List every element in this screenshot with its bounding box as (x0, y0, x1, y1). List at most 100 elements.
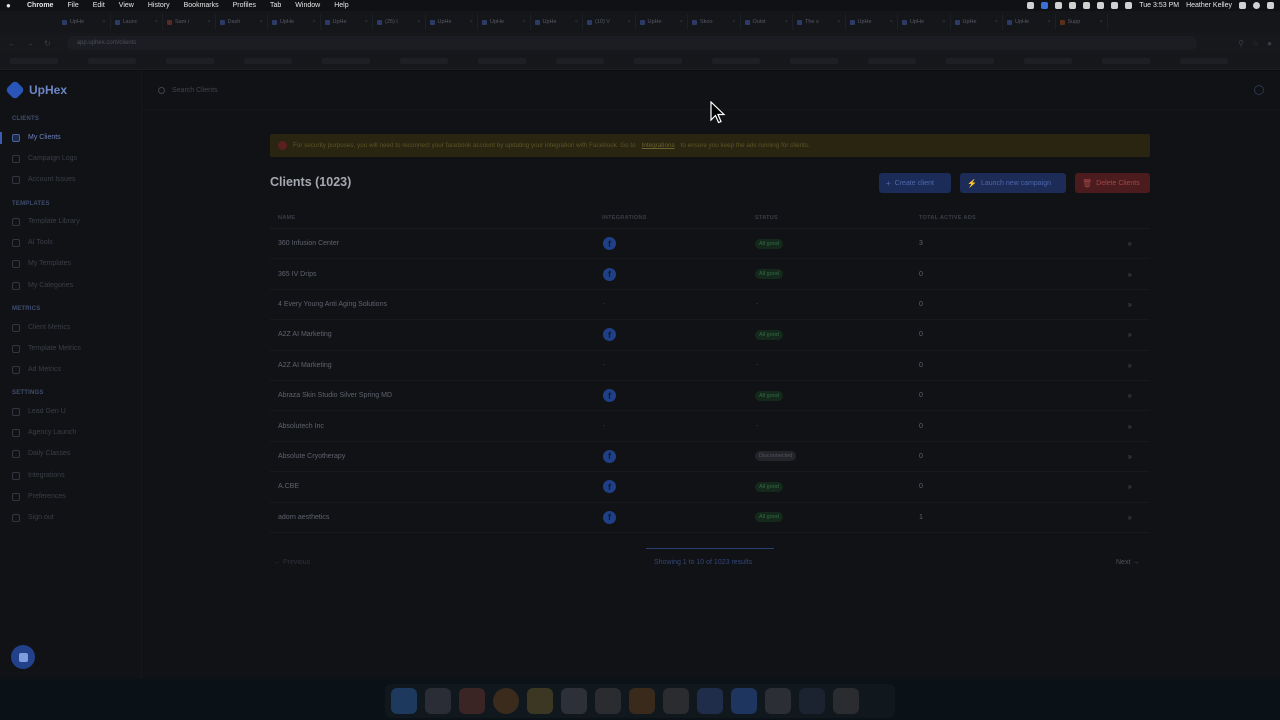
chevron-right-icon[interactable]: » (1098, 330, 1150, 339)
sidebar-item-integrations[interactable]: Integrations (12, 470, 65, 481)
close-tab-icon[interactable]: × (680, 19, 683, 25)
bookmark-item[interactable] (634, 58, 682, 64)
table-row[interactable]: Abraza Skin Studio Silver Spring MD f All … (270, 381, 1150, 412)
bookmark-item[interactable] (10, 58, 58, 64)
siri-icon[interactable] (1253, 2, 1260, 9)
close-tab-icon[interactable]: × (102, 19, 105, 25)
close-tab-icon[interactable]: × (575, 19, 578, 25)
browser-tab[interactable]: UpHe × (478, 14, 531, 30)
integrations-link[interactable]: Integrations (642, 142, 675, 149)
browser-tab[interactable]: (10) V × (583, 14, 636, 30)
chevron-right-icon[interactable]: » (1098, 239, 1150, 248)
client-name[interactable]: A2Z AI Marketing (270, 362, 602, 369)
bookmark-item[interactable] (712, 58, 760, 64)
sidebar-item-account-issues[interactable]: Account Issues (12, 174, 75, 185)
menu-clock[interactable]: Tue 3:53 PM (1139, 2, 1179, 9)
previous-page-button[interactable]: ← Previous (274, 559, 310, 566)
close-tab-icon[interactable]: × (890, 19, 893, 25)
menu-help[interactable]: Help (334, 2, 348, 9)
next-page-button[interactable]: Next → (1116, 559, 1139, 566)
bookmark-star-icon[interactable]: ☆ (1252, 39, 1259, 48)
trash-dock-icon[interactable] (833, 688, 859, 714)
bookmark-item[interactable] (946, 58, 994, 64)
sidebar-item-my-templates[interactable]: My Templates (12, 258, 71, 269)
bookmark-item[interactable] (790, 58, 838, 64)
profile-avatar-icon[interactable]: ● (1267, 39, 1272, 48)
chevron-right-icon[interactable]: » (1098, 482, 1150, 491)
sidebar-item-template-metrics[interactable]: Template Metrics (12, 343, 81, 354)
browser-tab[interactable]: Supp × (1056, 14, 1108, 30)
browser-tab[interactable]: The s × (793, 14, 846, 30)
delete-clients-button[interactable]: 🗑 Delete Clients (1075, 173, 1150, 193)
help-chat-button[interactable] (11, 645, 35, 669)
close-tab-icon[interactable]: × (732, 19, 735, 25)
spotlight-icon[interactable] (1239, 2, 1246, 9)
client-name[interactable]: A2Z AI Marketing (270, 331, 602, 338)
sidebar-item-agency-launch[interactable]: Agency Launch (12, 427, 76, 438)
table-row[interactable]: Absolutech Inc - -0» (270, 411, 1150, 442)
client-name[interactable]: adorn aesthetics (270, 514, 602, 521)
bookmark-item[interactable] (1102, 58, 1150, 64)
close-tab-icon[interactable]: × (155, 19, 158, 25)
system-preferences-icon[interactable] (595, 688, 621, 714)
bookmark-item[interactable] (556, 58, 604, 64)
table-row[interactable]: A2Z AI Marketing - -0» (270, 351, 1150, 381)
create-client-button[interactable]: + Create client (879, 173, 951, 193)
chevron-right-icon[interactable]: » (1098, 513, 1150, 522)
table-row[interactable]: 365 IV Drips f All good 0 » (270, 259, 1150, 290)
bookmark-item[interactable] (868, 58, 916, 64)
pencil-app-icon[interactable] (697, 688, 723, 714)
bookmark-item[interactable] (1180, 58, 1228, 64)
bookmark-item[interactable] (478, 58, 526, 64)
browser-tab[interactable]: UpHe × (1003, 14, 1056, 30)
close-tab-icon[interactable]: × (785, 19, 788, 25)
close-tab-icon[interactable]: × (312, 19, 315, 25)
sidebar-item-my-categories[interactable]: My Categories (12, 280, 73, 291)
browser-tab[interactable]: UpHe × (636, 14, 688, 30)
browser-tab[interactable]: UpHe × (951, 14, 1003, 30)
table-row[interactable]: A.CBE f All good 0 » (270, 472, 1150, 503)
settings-status-icon[interactable] (1055, 2, 1063, 9)
uphex-logo[interactable]: UpHex (5, 80, 67, 100)
back-icon[interactable]: ← (8, 39, 16, 48)
browser-tab[interactable]: Sam i × (163, 14, 216, 30)
bookmark-item[interactable] (166, 58, 214, 64)
address-bar[interactable]: app.uphex.com/clients (66, 36, 1197, 50)
search-clients-field[interactable]: Search Clients (158, 83, 478, 97)
table-row[interactable]: adorn aesthetics f All good 1 » (270, 503, 1150, 533)
zoom-status-icon[interactable] (1041, 2, 1049, 9)
browser-tab[interactable]: Outst × (741, 14, 793, 30)
bookmark-item[interactable] (322, 58, 370, 64)
sidebar-item-ad-metrics[interactable]: Ad Metrics (12, 364, 61, 375)
menu-window[interactable]: Window (295, 2, 320, 9)
close-tab-icon[interactable]: × (837, 19, 840, 25)
client-name[interactable]: 360 Infusion Center (270, 240, 602, 247)
menu-file[interactable]: File (67, 2, 78, 9)
sidebar-item-ai-tools[interactable]: AI Tools (12, 237, 53, 248)
control-center-icon[interactable] (1267, 2, 1274, 9)
location-icon[interactable] (1027, 2, 1035, 9)
client-name[interactable]: 4 Every Young Anti Aging Solutions (270, 301, 602, 308)
folder-app-icon[interactable] (799, 688, 825, 714)
sidebar-item-client-metrics[interactable]: Client Metrics (12, 322, 70, 333)
browser-tab[interactable]: Skoo × (688, 14, 741, 30)
column-header-name[interactable]: NAME (270, 215, 602, 221)
launchpad-icon[interactable] (425, 688, 451, 714)
client-name[interactable]: Abraza Skin Studio Silver Spring MD (270, 392, 602, 399)
browser-tab[interactable]: Dash × (216, 14, 268, 30)
close-tab-icon[interactable]: × (942, 19, 945, 25)
close-tab-icon[interactable]: × (470, 19, 473, 25)
close-tab-icon[interactable]: × (627, 19, 630, 25)
table-row[interactable]: A2Z AI Marketing f All good 0 » (270, 320, 1150, 351)
client-name[interactable]: Absolutech Inc (270, 423, 602, 430)
sidebar-item-sign-out[interactable]: Sign out (12, 512, 54, 523)
menu-tab[interactable]: Tab (270, 2, 281, 9)
table-row[interactable]: 4 Every Young Anti Aging Solutions - -0» (270, 290, 1150, 321)
app-icon[interactable] (663, 688, 689, 714)
client-name[interactable]: A.CBE (270, 483, 602, 490)
launch-campaign-button[interactable]: ⚡ Launch new campaign (960, 173, 1066, 193)
browser-tab[interactable]: UpHe × (531, 14, 583, 30)
table-row[interactable]: 360 Infusion Center f All good 3 » (270, 229, 1150, 260)
browser-tab[interactable]: UpHe × (846, 14, 898, 30)
sidebar-item-template-library[interactable]: Template Library (12, 216, 80, 227)
